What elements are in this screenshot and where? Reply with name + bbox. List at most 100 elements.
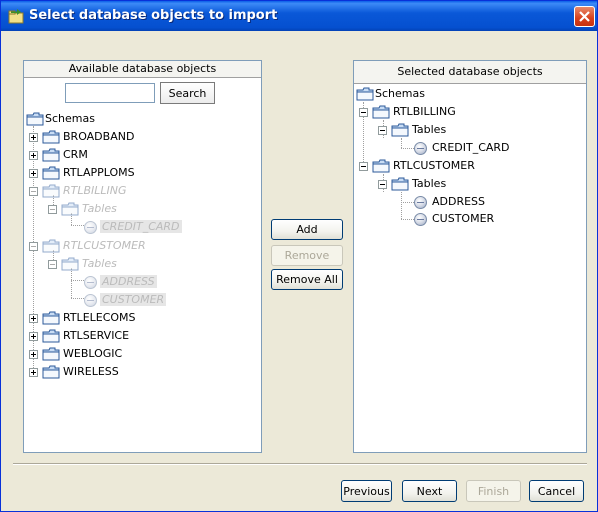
separator [13,463,587,465]
tree-item-weblogic[interactable]: WEBLOGIC [29,346,169,362]
tree-item-table[interactable]: CREDIT_CARD [414,140,554,156]
folder-icon [61,202,79,216]
folder-icon [61,257,79,271]
tree-item-rtlcustomer[interactable]: RTLCUSTOMER [29,238,169,254]
selected-objects-panel: Selected database objects Schemas RTLBIL… [353,60,587,453]
collapse-icon[interactable] [359,108,368,117]
tree-item-label: RTLSERVICE [63,329,130,342]
folder-icon [372,105,390,119]
tree-item-label: WEBLOGIC [63,347,123,360]
expand-icon[interactable] [29,169,38,178]
table-icon [84,276,97,289]
tree-item-label: Tables [82,257,117,270]
folder-icon [42,148,60,162]
folder-icon [42,239,60,253]
collapse-icon[interactable] [378,180,387,189]
expand-icon[interactable] [29,332,38,341]
folder-icon [42,311,60,325]
tree-item-label: BROADBAND [63,130,135,143]
tree-item-label: CREDIT_CARD [432,141,510,154]
tree-item-crm[interactable]: CRM [29,147,169,163]
tree-item-label: Tables [412,123,447,136]
folder-icon [26,112,44,126]
tree-item-label: RTLBILLING [393,105,456,118]
expand-icon[interactable] [29,151,38,160]
available-objects-header: Available database objects [24,61,261,78]
collapse-icon[interactable] [378,126,387,135]
tree-root-label: Schemas [45,112,95,125]
tree-item-broadband[interactable]: BROADBAND [29,129,169,145]
collapse-icon[interactable] [359,162,368,171]
tree-item-wireless[interactable]: WIRELESS [29,364,169,380]
available-objects-panel: Available database objects Search Schema… [23,60,262,453]
table-icon [84,221,97,234]
cancel-button[interactable]: Cancel [529,480,584,502]
tree-item-rtlelecoms[interactable]: RTLELECOMS [29,310,169,326]
folder-icon [391,177,409,191]
tree-item-rtlbilling[interactable]: RTLBILLING [359,104,499,120]
expand-icon[interactable] [29,133,38,142]
collapse-icon[interactable] [29,187,38,196]
tree-item-label: WIRELESS [63,365,119,378]
tree-item-tables[interactable]: Tables [378,176,498,192]
tree-item-label: ADDRESS [432,195,486,208]
tree-item-label: CUSTOMER [432,212,495,225]
tree-item-label: RTLCUSTOMER [393,159,475,172]
tree-item-label: CRM [63,148,88,161]
next-button[interactable]: Next [402,480,457,502]
tree-item-rtlcustomer[interactable]: RTLCUSTOMER [359,158,499,174]
previous-button[interactable]: Previous [341,480,392,502]
remove-all-button[interactable]: Remove All [271,269,343,290]
expand-icon[interactable] [29,350,38,359]
title-bar[interactable]: Select database objects to import [1,1,597,31]
table-icon [414,213,427,226]
window-title: Select database objects to import [29,8,278,23]
folder-icon [372,159,390,173]
tree-item-rtlservice[interactable]: RTLSERVICE [29,328,169,344]
selected-objects-header: Selected database objects [354,61,586,84]
finish-button[interactable]: Finish [466,480,521,502]
collapse-icon[interactable] [29,242,38,251]
tree-item-tables[interactable]: Tables [378,122,498,138]
tree-item-table[interactable]: CUSTOMER [414,211,554,227]
folder-icon [42,184,60,198]
expand-icon[interactable] [29,314,38,323]
tree-item-table[interactable]: CUSTOMER [84,292,204,308]
tree-item-table[interactable]: CREDIT_CARD [84,219,204,235]
tree-item-label: Tables [82,202,117,215]
search-button[interactable]: Search [160,82,215,104]
remove-button[interactable]: Remove [271,245,343,266]
table-icon [414,142,427,155]
table-icon [414,196,427,209]
tree-item-rtlapploms[interactable]: RTLAPPLOMS [29,165,169,181]
folder-icon [42,166,60,180]
folder-icon [42,347,60,361]
tree-item-label: RTLCUSTOMER [63,239,146,252]
tree-item-tables[interactable]: Tables [48,256,168,272]
tree-item-tables[interactable]: Tables [48,201,168,217]
tree-root-schemas[interactable]: Schemas [26,111,146,127]
add-button[interactable]: Add [271,219,343,240]
import-dialog: Select database objects to import Availa… [0,0,598,512]
database-import-icon [8,8,24,24]
folder-icon [42,329,60,343]
folder-icon [356,87,374,101]
collapse-icon[interactable] [48,260,57,269]
tree-root-label: Schemas [375,87,425,100]
close-button[interactable] [574,6,595,27]
table-icon [84,294,97,307]
folder-icon [42,130,60,144]
tree-root-schemas[interactable]: Schemas [356,86,476,102]
tree-item-rtlbilling[interactable]: RTLBILLING [29,183,169,199]
search-input[interactable] [65,83,155,103]
tree-item-label: CREDIT_CARD [100,220,182,233]
tree-item-table[interactable]: ADDRESS [414,194,554,210]
tree-item-table[interactable]: ADDRESS [84,274,204,290]
folder-icon [391,123,409,137]
folder-icon [42,365,60,379]
tree-item-label: RTLAPPLOMS [63,166,135,179]
tree-item-label: Tables [412,177,447,190]
collapse-icon[interactable] [48,205,57,214]
expand-icon[interactable] [29,368,38,377]
tree-item-label: RTLELECOMS [63,311,136,324]
